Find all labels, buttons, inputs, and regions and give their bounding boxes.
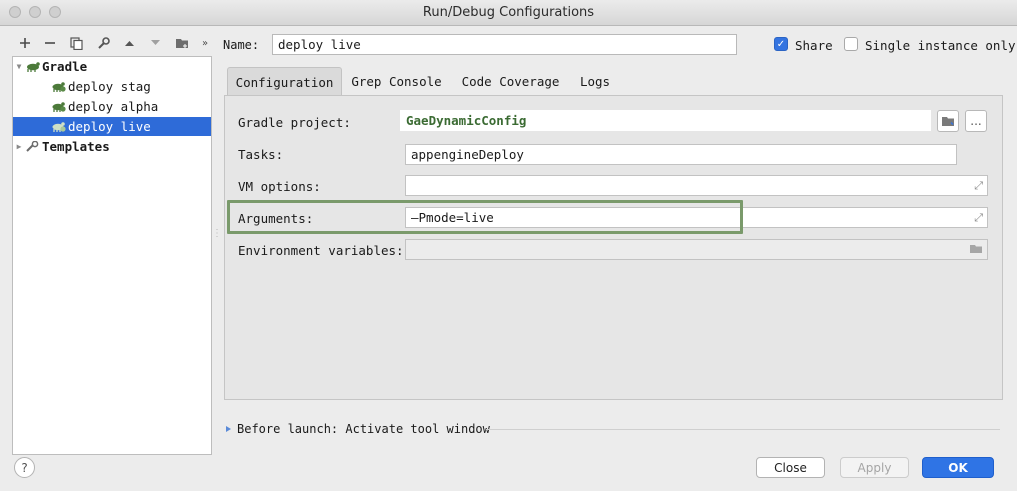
gradle-icon — [52, 102, 66, 112]
tasks-input[interactable]: appengineDeploy — [405, 144, 957, 165]
move-down-icon[interactable] — [146, 34, 164, 52]
select-project-button[interactable] — [937, 110, 959, 132]
tree-item-gradle[interactable]: ▼ Gradle — [13, 57, 211, 76]
vm-options-label: VM options: — [238, 179, 321, 194]
tree-item-templates[interactable]: ▶ Templates — [13, 137, 211, 156]
tab-grep-console[interactable]: Grep Console — [345, 67, 448, 96]
tree-item-label: deploy live — [68, 119, 151, 134]
vm-options-input[interactable]: ⤢ — [405, 175, 988, 196]
close-button[interactable]: Close — [756, 457, 825, 478]
window-title: Run/Debug Configurations — [422, 5, 595, 20]
name-input[interactable]: deploy live — [272, 34, 737, 55]
environment-variables-label: Environment variables: — [238, 243, 404, 258]
folder-icon[interactable] — [173, 34, 191, 52]
title-bar: Run/Debug Configurations — [0, 0, 1017, 26]
tree-item-deploy-stag[interactable]: deploy stag — [13, 77, 211, 96]
remove-icon[interactable] — [41, 34, 59, 52]
gradle-icon — [27, 62, 40, 72]
ok-button[interactable]: OK — [922, 457, 994, 478]
move-up-icon[interactable] — [120, 34, 138, 52]
apply-button[interactable]: Apply — [840, 457, 909, 478]
copy-icon[interactable] — [67, 34, 85, 52]
single-instance-checkbox[interactable] — [844, 37, 858, 51]
more-options-button[interactable]: ... — [965, 110, 987, 132]
single-instance-label: Single instance only — [865, 38, 1016, 53]
gradle-icon — [52, 122, 66, 132]
tree-item-label: deploy stag — [68, 79, 151, 94]
gradle-project-label: Gradle project: — [238, 115, 351, 130]
arguments-highlight-box — [227, 200, 743, 234]
tree-item-label: Templates — [42, 139, 110, 154]
add-icon[interactable] — [16, 34, 34, 52]
gradle-icon — [52, 82, 66, 92]
tab-configuration[interactable]: Configuration — [227, 67, 342, 96]
tree-item-label: Gradle — [42, 59, 88, 74]
environment-variables-input[interactable] — [405, 239, 988, 260]
expand-icon[interactable]: ⤢ — [974, 211, 983, 225]
help-button[interactable]: ? — [14, 457, 35, 478]
expand-arrow-icon[interactable]: ▼ — [13, 62, 25, 71]
collapse-arrow-icon[interactable]: ▶ — [13, 142, 25, 151]
before-launch-section[interactable]: Before launch: Activate tool window — [225, 422, 490, 436]
folder-icon[interactable] — [969, 243, 983, 257]
share-label: Share — [795, 38, 833, 53]
expand-arrow-icon — [226, 426, 231, 432]
tab-code-coverage[interactable]: Code Coverage — [455, 67, 566, 96]
share-checkbox[interactable]: ✓ — [774, 37, 788, 51]
separator — [486, 429, 1000, 430]
splitter-handle[interactable]: ⋮ — [212, 228, 222, 248]
gradle-project-field[interactable]: GaeDynamicConfig — [400, 110, 931, 131]
tree-item-deploy-alpha[interactable]: deploy alpha — [13, 97, 211, 116]
tree-item-label: deploy alpha — [68, 99, 159, 114]
before-launch-label: Before launch: Activate tool window — [237, 422, 490, 436]
wrench-icon — [26, 141, 39, 152]
tree-item-deploy-live[interactable]: deploy live — [13, 117, 211, 136]
more-icon[interactable]: » — [196, 34, 214, 52]
name-label: Name: — [223, 38, 260, 52]
wrench-icon[interactable] — [94, 34, 112, 52]
folder-icon — [942, 117, 954, 126]
tab-logs[interactable]: Logs — [574, 67, 616, 96]
expand-icon[interactable]: ⤢ — [974, 179, 983, 193]
configuration-tree[interactable]: ▼ Gradle deploy stag deploy alpha deploy… — [12, 56, 212, 455]
tasks-label: Tasks: — [238, 147, 284, 162]
